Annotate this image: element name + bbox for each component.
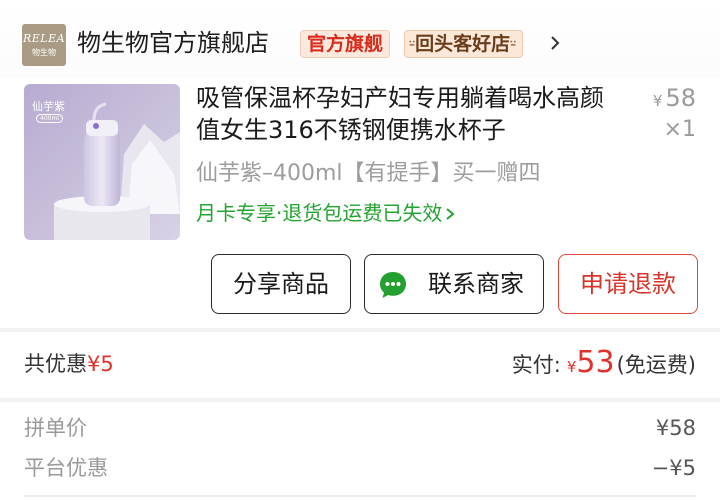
chat-bubble-icon [380,272,406,298]
breakdown-row: 平台优惠 −¥5 [0,450,720,486]
total-discount: 共优惠¥5 [24,348,114,380]
store-header[interactable]: RELEA 物生物 物生物官方旗舰店 官方旗舰 ⸚回头客好店⸚ [0,0,720,86]
breakdown-value: −¥5 [651,456,696,480]
store-logo-brand: RELEA [22,32,66,45]
amount-paid: 实付: ¥53(免运费) [512,344,696,386]
badge-repeat-tail: ⸚ [510,33,517,55]
image-sub: 400ml [36,114,63,123]
amount-paid-value: 53 [576,345,615,380]
breakdown-row: 拼单价 ¥58 [0,410,720,446]
breakdown-value: ¥58 [655,416,696,440]
product-quantity: ×1 [663,117,696,142]
contact-seller-label: 联系商家 [428,270,524,298]
share-product-button[interactable]: 分享商品 [211,254,351,314]
amount-paid-currency: ¥ [566,358,577,376]
product-variant: 仙芋紫–400ml【有提手】买一赠四 [196,161,541,186]
price-breakdown: 拼单价 ¥58 平台优惠 −¥5 [0,402,720,500]
store-logo-sub: 物生物 [32,48,56,57]
store-logo[interactable]: RELEA 物生物 [22,24,66,66]
total-discount-value: ¥5 [87,352,114,376]
repeat-customer-badge: ⸚回头客好店⸚ [404,30,524,58]
product-price: ¥58 [653,82,696,117]
store-name[interactable]: 物生物官方旗舰店 [77,26,269,60]
official-flagship-badge: 官方旗舰 [300,30,391,58]
breakdown-label: 平台优惠 [24,456,108,480]
image-caption: 仙芋紫 [32,100,65,113]
service-notice[interactable]: 月卡专享·退货包运费已失效 [196,198,456,228]
amount-paid-label: 实付: [511,353,561,377]
shipping-note: (免运费) [616,353,696,377]
breakdown-label: 拼单价 [24,416,87,440]
order-item-card: 仙芋紫 400ml 吸管保温杯孕妇产妇专用躺着喝水高颜值女生316不锈钢便携水杯… [0,78,720,328]
price-symbol: ¥ [652,92,663,110]
price-value: 58 [665,84,696,112]
chevron-right-icon [446,208,455,220]
apply-refund-button[interactable]: 申请退款 [558,254,698,314]
divider [24,495,696,497]
total-discount-label: 共优惠 [24,352,87,376]
chevron-right-icon[interactable] [548,36,562,50]
payment-summary: 共优惠¥5 实付: ¥53(免运费) [0,332,720,398]
service-notice-label: 月卡专享·退货包运费已失效 [196,201,443,225]
contact-seller-button[interactable]: 联系商家 [364,254,544,314]
product-image[interactable]: 仙芋紫 400ml [24,84,180,240]
product-title[interactable]: 吸管保温杯孕妇产妇专用躺着喝水高颜值女生316不锈钢便携水杯子 [196,82,616,146]
badge-repeat-label: 回头客好店 [415,33,511,55]
